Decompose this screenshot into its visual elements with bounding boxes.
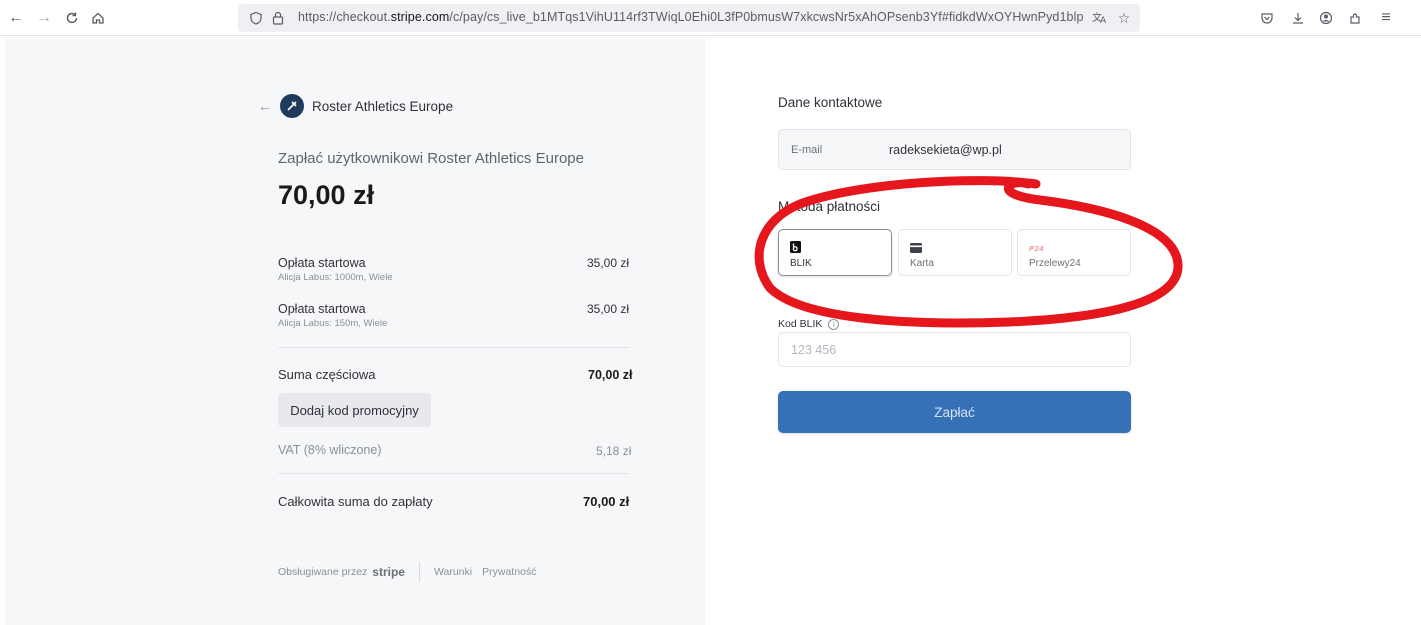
- lock-icon[interactable]: [268, 8, 288, 28]
- contact-section-title: Dane kontaktowe: [778, 95, 883, 110]
- svg-text:P24: P24: [1029, 245, 1044, 253]
- line-item: Opłata startowa Alicja Labus: 150m, Wiel…: [278, 302, 629, 329]
- vat-value: 5,18 zł: [596, 444, 632, 458]
- merchant-header: ← Roster Athletics Europe: [258, 94, 453, 118]
- add-promo-code-button[interactable]: Dodaj kod promocyjny: [278, 393, 431, 427]
- pocket-icon[interactable]: [1256, 7, 1278, 29]
- stripe-logo[interactable]: stripe: [372, 565, 405, 579]
- total-amount: 70,00 zł: [278, 180, 375, 210]
- browser-toolbar: ← → https://checkout.stripe.com/c/pay/cs…: [0, 0, 1421, 36]
- merchant-name: Roster Athletics Europe: [312, 98, 454, 114]
- translate-icon[interactable]: 文A: [1090, 8, 1110, 28]
- payment-tab-blik[interactable]: BLIK: [778, 229, 892, 276]
- merchant-logo: [280, 94, 304, 118]
- url-text[interactable]: https://checkout.stripe.com/c/pay/cs_liv…: [298, 10, 1083, 24]
- shield-icon[interactable]: [246, 8, 266, 28]
- subtotal-value: 70,00 zł: [588, 368, 633, 382]
- total-value: 70,00 zł: [583, 494, 630, 509]
- info-icon[interactable]: i: [828, 318, 840, 330]
- footer-divider: [418, 562, 420, 582]
- payment-tab-label: Karta: [910, 258, 934, 269]
- line-item-price: 35,00 zł: [586, 302, 629, 316]
- privacy-link[interactable]: Prywatność: [482, 566, 536, 578]
- przelewy24-icon: P24: [1029, 240, 1047, 258]
- line-item-subtitle: Alicja Labus: 150m, Wiele: [278, 318, 388, 329]
- download-icon[interactable]: [1287, 7, 1309, 29]
- email-field[interactable]: E-mail radeksekieta@wp.pl: [778, 129, 1131, 170]
- email-label: E-mail: [791, 144, 823, 156]
- pay-to-text: Zapłać użytkownikowi Roster Athletics Eu…: [278, 150, 584, 167]
- email-value[interactable]: radeksekieta@wp.pl: [889, 143, 1002, 157]
- powered-by-text: Obsługiwane przez: [278, 566, 368, 578]
- blik-code-input[interactable]: [778, 332, 1131, 367]
- payment-method-title: Metoda płatności: [778, 199, 881, 214]
- forward-icon[interactable]: →: [33, 7, 55, 29]
- home-icon[interactable]: [87, 7, 109, 29]
- vat-label: VAT (8% wliczone): [278, 443, 382, 457]
- menu-icon[interactable]: ≡: [1375, 7, 1397, 29]
- blik-icon: [790, 240, 801, 258]
- divider: [278, 473, 629, 474]
- back-arrow-icon[interactable]: ←: [258, 98, 272, 114]
- payment-tab-card[interactable]: Karta: [898, 229, 1012, 276]
- extensions-icon[interactable]: [1344, 7, 1366, 29]
- card-icon: [910, 240, 922, 258]
- payment-tab-label: Przelewy24: [1029, 258, 1081, 269]
- payment-tab-label: BLIK: [790, 258, 812, 269]
- payment-tab-przelewy24[interactable]: P24 Przelewy24: [1017, 229, 1131, 276]
- account-icon[interactable]: [1315, 7, 1337, 29]
- blik-code-label: Kod BLIK i: [778, 318, 840, 330]
- line-item-title: Opłata startowa: [278, 256, 366, 270]
- divider: [278, 347, 629, 348]
- order-summary-panel: [5, 37, 705, 625]
- line-item: Opłata startowa Alicja Labus: 1000m, Wie…: [278, 256, 629, 283]
- reload-icon[interactable]: [61, 7, 83, 29]
- total-label: Całkowita suma do zapłaty: [278, 494, 433, 509]
- url-bar[interactable]: https://checkout.stripe.com/c/pay/cs_liv…: [238, 4, 1140, 32]
- subtotal-label: Suma częściowa: [278, 367, 376, 382]
- line-item-price: 35,00 zł: [586, 256, 629, 270]
- line-item-subtitle: Alicja Labus: 1000m, Wiele: [278, 272, 393, 283]
- line-item-title: Opłata startowa: [278, 302, 366, 316]
- svg-text:A: A: [1100, 16, 1107, 25]
- bookmark-star-icon[interactable]: ☆: [1114, 8, 1134, 28]
- terms-link[interactable]: Warunki: [434, 566, 472, 578]
- pay-button[interactable]: Zapłać: [778, 391, 1131, 433]
- checkout-footer: Obsługiwane przez stripe Warunki Prywatn…: [278, 562, 546, 582]
- back-icon[interactable]: ←: [5, 7, 27, 29]
